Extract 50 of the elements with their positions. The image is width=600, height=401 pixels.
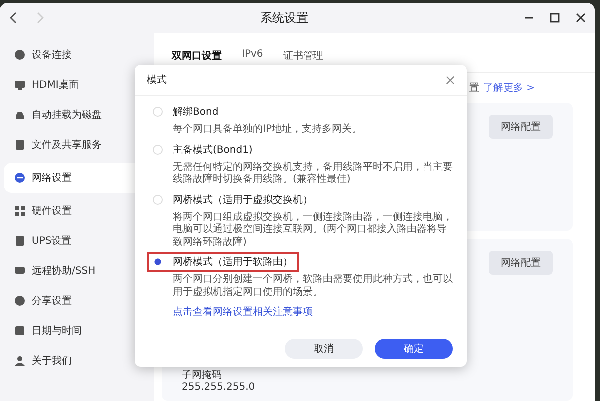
sidebar-label: 网络设置 [32,172,72,185]
confirm-button[interactable]: 确定 [375,339,453,359]
field-label: 子网掩码 [182,369,223,382]
option-title: 主备模式(Bond1) [173,144,253,156]
sidebar-label: 硬件设置 [32,204,72,218]
sidebar-item[interactable]: UPS设置 [4,229,154,253]
sidebar-item[interactable]: 硬件设置 [4,199,154,223]
dialog-title: 模式 [147,74,167,87]
monitor-icon [14,265,26,277]
cancel-button[interactable]: 取消 [285,339,363,359]
sidebar-label: HDMI桌面 [32,78,79,92]
drive-icon [14,109,26,121]
option-title: 解绑Bond [173,106,219,119]
option-title: 网桥模式（适用于虚拟交换机） [173,194,313,206]
circle-icon [14,49,26,61]
sidebar-label: 日期与时间 [32,324,82,338]
window-title: 系统设置 [260,10,310,26]
option-description: 两个网口分别创建一个网桥，软路由需要使用此种方式，也可以用于虚拟机指定网口使用的场景。 [172,274,454,299]
sidebar-label: 自动挂载为磁盘 [32,108,102,122]
sidebar-item[interactable]: 文件及共享服务 [4,133,154,157]
grid-icon [14,205,26,217]
option-description: 将两个网口组成虚拟交换机，一侧连接路由器，一侧连接电脑，电脑可以通过极空间连接互联网。(两个网口都接入路由器将导致网络环路故障) [172,212,454,249]
sidebar-item[interactable]: 设备连接 [4,43,154,67]
sidebar-item[interactable]: 远程协助/SSH [4,259,154,283]
option-description: 每个网口具备单独的IP地址，支持多网关。 [172,124,363,136]
sidebar-item[interactable]: 自动挂载为磁盘 [4,103,154,127]
radio-button[interactable] [153,107,163,117]
sidebar-label: 远程协助/SSH [32,264,96,278]
info-text: 置 [469,82,480,95]
sidebar-label: UPS设置 [32,234,72,248]
sidebar-label: 分享设置 [32,294,72,308]
maximize-icon[interactable] [549,12,561,24]
person-icon [14,355,26,367]
field-value: 255.255.255.0 [182,382,256,393]
option-description: 无需任何特定的网络交换机支持，备用线路平时不启用，当主要线路故障时切换备用线路。(兼容性最佳) [172,162,454,186]
network-config-button[interactable]: 网络配置 [489,251,553,275]
network-config-button[interactable]: 网络配置 [489,115,553,139]
close-icon[interactable] [575,12,587,24]
radio-button[interactable] [153,257,163,267]
sidebar-item[interactable]: 关于我们 [4,349,154,373]
radio-button[interactable] [153,194,163,204]
option-title: 网桥模式（适用于软路由） [173,256,293,269]
sidebar-label: 文件及共享服务 [32,138,102,152]
sidebar-item[interactable]: 日期与时间 [4,319,154,343]
circle-icon [14,295,26,307]
sidebar-label: 关于我们 [32,354,72,368]
monitor-icon [14,79,26,91]
radio-button[interactable] [153,144,163,154]
sidebar-label: 设备连接 [32,48,72,62]
learn-more-link[interactable]: 了解更多 > [483,81,535,95]
